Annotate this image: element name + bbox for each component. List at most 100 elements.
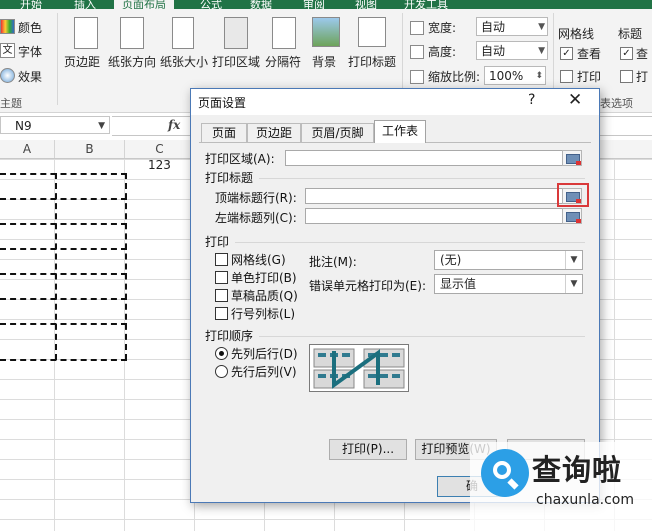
print-area-input[interactable] xyxy=(285,150,582,166)
height-icon xyxy=(410,45,424,59)
row-col-headings-checkbox[interactable] xyxy=(215,307,228,320)
errors-value: 显示值 xyxy=(440,277,477,291)
theme-effects-button[interactable]: 效果 xyxy=(18,68,42,85)
tab-sheet[interactable]: 工作表 xyxy=(374,120,426,143)
search-logo-icon xyxy=(481,449,529,497)
gridlines-print-label: 打印 xyxy=(577,70,602,84)
page-border-line xyxy=(0,198,127,200)
black-white-checkbox[interactable] xyxy=(215,271,228,284)
left-cols-input[interactable] xyxy=(305,208,582,224)
close-icon[interactable]: ✕ xyxy=(568,90,582,110)
comments-value: (无) xyxy=(440,253,462,267)
highlight-annotation xyxy=(557,183,589,207)
breaks-button[interactable]: 分隔符 xyxy=(265,53,301,70)
over-then-down-radio[interactable] xyxy=(215,365,228,378)
theme-colors-button[interactable]: 颜色 xyxy=(18,19,42,36)
print-section-label: 打印 xyxy=(205,235,230,249)
tab-view[interactable]: 视图 xyxy=(355,0,377,9)
gridlines-view-checkbox[interactable]: ✓ xyxy=(560,47,573,60)
width-icon xyxy=(410,21,424,35)
scale-icon xyxy=(410,70,424,84)
tab-developer[interactable]: 开发工具 xyxy=(404,0,448,9)
tab-page[interactable]: 页面 xyxy=(201,123,247,142)
dialog-titlebar xyxy=(191,89,599,115)
chevron-down-icon[interactable]: ▼ xyxy=(98,117,105,135)
theme-fonts-button[interactable]: 字体 xyxy=(18,43,42,60)
print-area-button[interactable]: 打印区域 xyxy=(212,53,260,70)
page-order-section-label: 打印顺序 xyxy=(205,329,254,343)
top-rows-input[interactable] xyxy=(305,188,582,204)
print-area-icon[interactable] xyxy=(224,17,248,49)
name-box[interactable]: N9 ▼ xyxy=(0,116,110,134)
print-area-label: 打印区域(A): xyxy=(205,152,275,166)
section-divider xyxy=(259,178,585,179)
comments-select[interactable]: (无) ▼ xyxy=(434,250,583,270)
watermark-url: chaxunla.com xyxy=(536,492,634,508)
width-label: 宽度: xyxy=(428,21,457,35)
headings-print-checkbox[interactable] xyxy=(620,70,633,83)
size-icon[interactable] xyxy=(172,17,194,49)
column-header-c[interactable]: C xyxy=(125,140,195,158)
draft-quality-label: 草稿品质(Q) xyxy=(231,289,298,303)
page-border-line xyxy=(0,223,127,225)
print-button[interactable]: 打印(P)... xyxy=(329,439,407,460)
colors-icon[interactable] xyxy=(0,19,15,34)
print-area-collapse-button[interactable] xyxy=(562,150,582,166)
tab-header-footer[interactable]: 页眉/页脚 xyxy=(301,123,374,142)
cell-c1[interactable]: 123 xyxy=(148,158,171,172)
row-col-headings-label: 行号列标(L) xyxy=(231,307,296,321)
page-border-line xyxy=(55,173,57,360)
tab-margins[interactable]: 页边距 xyxy=(247,123,301,142)
name-box-value: N9 xyxy=(15,119,32,133)
fx-icon[interactable]: fx xyxy=(168,118,180,132)
range-select-icon xyxy=(566,212,581,223)
size-button[interactable]: 纸张大小 xyxy=(160,53,208,70)
comments-label: 批注(M): xyxy=(309,255,357,269)
column-header-a[interactable]: A xyxy=(0,140,55,158)
print-titles-button[interactable]: 打印标题 xyxy=(348,53,396,70)
scale-spinner[interactable]: 100% ⬍ xyxy=(484,66,546,85)
theme-group-label: 主题 xyxy=(0,97,22,110)
gridlines-checkbox[interactable] xyxy=(215,253,228,266)
effects-icon[interactable] xyxy=(0,68,15,83)
over-then-down-label: 先行后列(V) xyxy=(231,365,297,379)
down-then-over-radio[interactable] xyxy=(215,347,228,360)
section-divider xyxy=(235,242,585,243)
gridlines-view-label: 查看 xyxy=(577,47,602,61)
tab-page-layout[interactable]: 页面布局 xyxy=(114,0,174,9)
draft-quality-checkbox[interactable] xyxy=(215,289,228,302)
gridlines-print-checkbox[interactable] xyxy=(560,70,573,83)
height-select[interactable]: 自动 ▼ xyxy=(476,41,548,60)
background-icon[interactable] xyxy=(312,17,340,47)
tab-insert[interactable]: 插入 xyxy=(74,0,96,9)
margins-icon[interactable] xyxy=(74,17,98,49)
background-button[interactable]: 背景 xyxy=(312,53,336,70)
headings-view-checkbox[interactable]: ✓ xyxy=(620,47,633,60)
gridlines-group-label: 网格线 xyxy=(558,27,595,41)
headings-view-label: 查 xyxy=(636,47,649,61)
print-titles-section-label: 打印标题 xyxy=(205,171,254,185)
page-border-line xyxy=(0,173,127,175)
top-rows-label: 顶端标题行(R): xyxy=(215,191,297,205)
chevron-down-icon: ▼ xyxy=(538,46,545,56)
fonts-icon[interactable]: 文 xyxy=(0,43,15,58)
print-titles-icon[interactable] xyxy=(358,17,386,47)
left-cols-collapse-button[interactable] xyxy=(562,208,582,224)
tab-home[interactable]: 开始 xyxy=(20,0,42,9)
errors-select[interactable]: 显示值 ▼ xyxy=(434,274,583,294)
orientation-button[interactable]: 纸张方向 xyxy=(108,53,156,70)
chevron-down-icon: ▼ xyxy=(538,22,545,32)
page-setup-dialog: 页面设置 ? ✕ 页面 页边距 页眉/页脚 工作表 打印区域(A): 打印标题 … xyxy=(190,88,600,503)
orientation-icon[interactable] xyxy=(120,17,144,49)
margins-button[interactable]: 页边距 xyxy=(64,53,100,70)
breaks-icon[interactable] xyxy=(272,17,296,49)
width-select[interactable]: 自动 ▼ xyxy=(476,17,548,36)
page-border-line xyxy=(0,359,127,361)
tab-data[interactable]: 数据 xyxy=(250,0,272,9)
column-header-b[interactable]: B xyxy=(55,140,125,158)
help-icon[interactable]: ? xyxy=(528,92,535,108)
spinner-arrows-icon[interactable]: ⬍ xyxy=(535,67,543,86)
tab-review[interactable]: 审阅 xyxy=(303,0,325,9)
headings-group-label: 标题 xyxy=(618,27,643,41)
tab-formulas[interactable]: 公式 xyxy=(200,0,222,9)
